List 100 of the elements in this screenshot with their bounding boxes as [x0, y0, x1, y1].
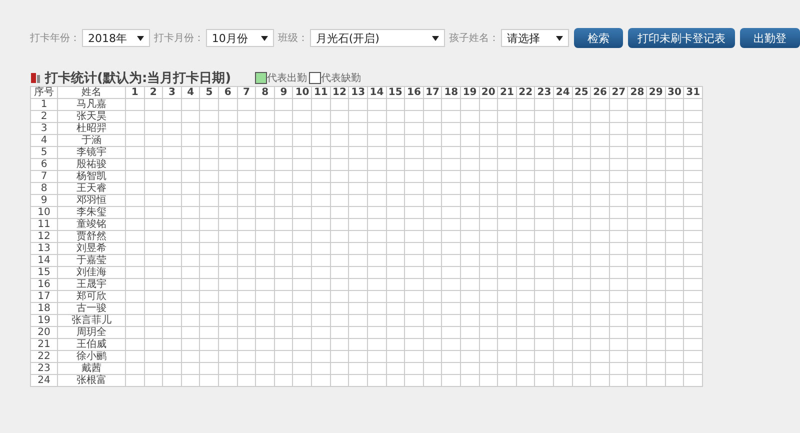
column-header: 7 [237, 86, 256, 98]
column-header: 2 [144, 86, 163, 98]
column-header: 5 [200, 86, 219, 98]
table-cell: 3 [30, 122, 58, 134]
column-header: 29 [646, 86, 666, 98]
column-header: 22 [516, 86, 535, 98]
table-cell: 20 [30, 326, 58, 338]
table-cell: 21 [30, 338, 58, 350]
table-cell: 张根富 [58, 374, 126, 386]
action-button[interactable]: 检索 [574, 28, 623, 48]
table-cell: 19 [30, 314, 58, 326]
select-field[interactable]: 2018年 [82, 29, 150, 47]
column-header: 18 [442, 86, 460, 98]
column-header: 16 [404, 86, 424, 98]
table-cell: 13 [30, 242, 58, 254]
table-cell: 童竣铭 [58, 218, 126, 230]
bar-marker-icon [31, 73, 40, 83]
column-header: 23 [534, 86, 554, 98]
table-cell: 12 [30, 230, 58, 242]
action-button[interactable]: 打印未刷卡登记表 [628, 28, 735, 48]
table-cell: 王伯威 [58, 338, 126, 350]
column-header: 13 [348, 86, 368, 98]
column-header: 8 [256, 86, 274, 98]
table-cell: 10 [30, 206, 58, 218]
column-header: 24 [554, 86, 572, 98]
table-cell: 23 [30, 362, 58, 374]
column-header: 姓名 [58, 86, 126, 98]
table-cell: 于嘉莹 [58, 254, 126, 266]
legend-label: 代表缺勤 [321, 72, 362, 85]
select-field[interactable]: 请选择 [501, 29, 569, 47]
table-cell: 邓羽恒 [58, 194, 126, 206]
table-cell: 14 [30, 254, 58, 266]
filter-label: 班级： [278, 32, 308, 45]
column-header: 31 [684, 86, 702, 98]
column-header: 11 [312, 86, 330, 98]
table-cell: 24 [30, 374, 58, 386]
table-cell: 18 [30, 302, 58, 314]
column-header: 21 [498, 86, 516, 98]
table-cell: 贾舒然 [58, 230, 126, 242]
filter-label: 孩子姓名： [449, 32, 500, 45]
legend-label: 代表出勤 [267, 72, 308, 85]
column-header: 9 [274, 86, 293, 98]
table-cell: 22 [30, 350, 58, 362]
table-cell: 王晟宇 [58, 278, 126, 290]
column-header: 序号 [30, 86, 58, 98]
column-header: 10 [292, 86, 312, 98]
table-cell: 刘佳海 [58, 266, 126, 278]
column-header: 4 [181, 86, 200, 98]
column-header: 3 [162, 86, 182, 98]
table-cell: 古一骏 [58, 302, 126, 314]
table-cell: 张言菲儿 [58, 314, 126, 326]
table-cell: 张天昊 [58, 110, 126, 122]
table-cell: 9 [30, 194, 58, 206]
column-header: 17 [423, 86, 442, 98]
table-cell: 11 [30, 218, 58, 230]
select-field[interactable]: 10月份 [206, 29, 274, 47]
table-cell: 王天睿 [58, 182, 126, 194]
table-cell: 4 [30, 134, 58, 146]
table-cell: 马凡嘉 [58, 98, 126, 110]
table-cell: 周玥全 [58, 326, 126, 338]
table-cell: 殷祐骏 [58, 158, 126, 170]
column-header: 15 [386, 86, 405, 98]
table-cell: 16 [30, 278, 58, 290]
column-header: 26 [590, 86, 610, 98]
caret-icon [556, 36, 563, 40]
table-cell: 戴茜 [58, 362, 126, 374]
column-header: 30 [665, 86, 684, 98]
filter-label: 打卡年份： [30, 32, 80, 45]
column-header: 28 [628, 86, 647, 98]
table-cell: 李镜宇 [58, 146, 126, 158]
table-cell: 8 [30, 182, 58, 194]
caret-icon [260, 36, 268, 40]
filter-label: 打卡月份： [154, 32, 204, 45]
table-cell: 刘昱希 [58, 242, 126, 254]
table-cell: 17 [30, 290, 58, 302]
table-cell: 1 [30, 98, 58, 110]
action-button[interactable]: 出勤登 [740, 28, 800, 48]
select-field[interactable]: 月光石(开启) [310, 29, 446, 47]
column-header: 25 [572, 86, 591, 98]
table-cell: 杜昭羿 [58, 122, 126, 134]
table-cell: 15 [30, 266, 58, 278]
column-header: 14 [367, 86, 386, 98]
table-cell: 2 [30, 110, 58, 122]
section-title: 打卡统计(默认为:当月打卡日期) [45, 70, 232, 87]
column-header: 19 [460, 86, 480, 98]
table-cell: 郑可欣 [58, 290, 126, 302]
table-cell: 7 [30, 170, 58, 182]
table-cell: 杨智凯 [58, 170, 126, 182]
table-cell: 李朱玺 [58, 206, 126, 218]
table-cell: 徐小鹂 [58, 350, 126, 362]
column-header: 20 [479, 86, 498, 98]
caret-icon [136, 36, 144, 40]
column-header: 27 [609, 86, 628, 98]
column-header: 6 [218, 86, 238, 98]
table-cell: 于涵 [58, 134, 126, 146]
table-cell: 6 [30, 158, 58, 170]
column-header: 1 [126, 86, 144, 98]
caret-icon [432, 36, 440, 40]
column-header: 12 [330, 86, 349, 98]
table-cell: 5 [30, 146, 58, 158]
